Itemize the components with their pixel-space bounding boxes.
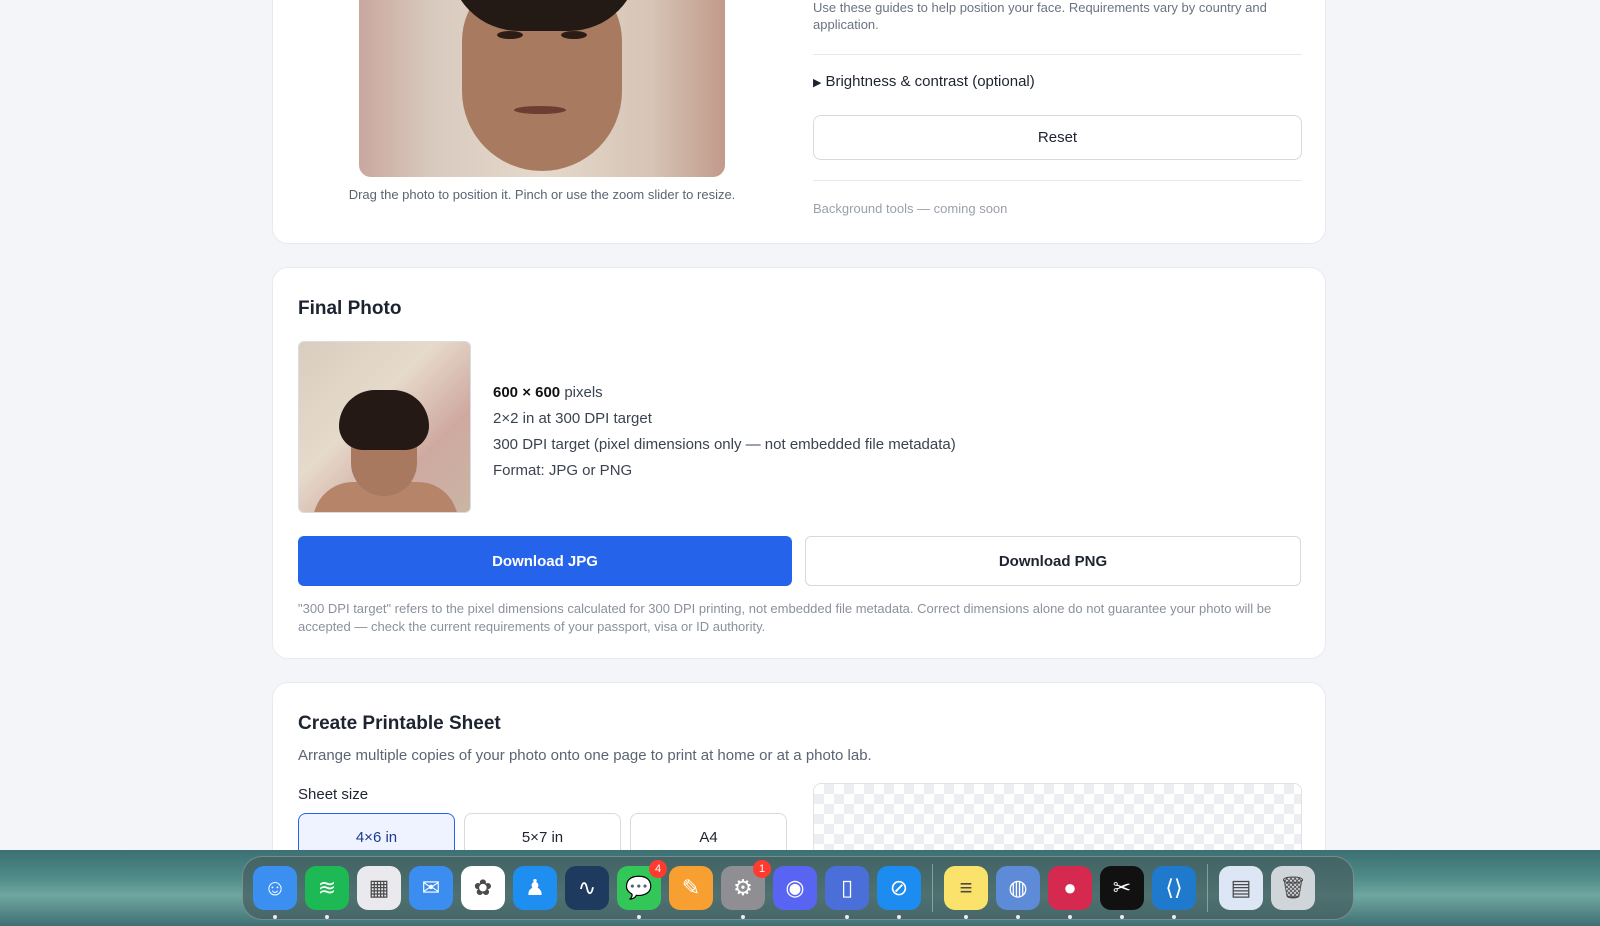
dimensions-line: 600 × 600 pixels: [493, 380, 956, 406]
reset-button[interactable]: Reset: [813, 115, 1302, 160]
capcut-icon[interactable]: ✂: [1100, 866, 1144, 919]
backup-icon[interactable]: ◍: [996, 866, 1040, 919]
running-indicator: [1120, 915, 1124, 919]
left-eye: [497, 31, 523, 39]
dock-separator: [932, 864, 933, 912]
photos-icon[interactable]: ✿: [461, 866, 505, 910]
downloads-stack-icon[interactable]: ▤: [1219, 866, 1263, 910]
running-indicator: [273, 915, 277, 919]
final-photo-card: Final Photo 600 × 600 pixels 2×2 in at 3…: [272, 267, 1326, 659]
background-tools-note: Background tools — coming soon: [813, 201, 1008, 216]
running-indicator: [741, 915, 745, 919]
photo-editor-canvas[interactable]: [359, 0, 725, 177]
divider: [813, 180, 1302, 181]
final-photo-title: Final Photo: [298, 298, 402, 319]
sheet-size-4x6-button[interactable]: 4×6 in: [298, 813, 455, 850]
safari-icon[interactable]: ⊘: [877, 866, 921, 919]
running-indicator: [897, 915, 901, 919]
notification-badge: 1: [753, 860, 771, 878]
final-photo-thumbnail: [298, 341, 471, 513]
brightness-contrast-label: Brightness & contrast (optional): [825, 73, 1035, 90]
format-line: Format: JPG or PNG: [493, 462, 633, 479]
sheet-size-5x7-button[interactable]: 5×7 in: [464, 813, 621, 850]
disclosure-triangle-icon: ▶: [813, 77, 822, 89]
running-indicator: [1016, 915, 1020, 919]
launchpad-icon[interactable]: ▦: [357, 866, 401, 910]
simulator-icon[interactable]: ▯: [825, 866, 869, 919]
dpi-line: 300 DPI target (pixel dimensions only — …: [493, 436, 956, 453]
divider: [813, 54, 1302, 55]
photo-info: 600 × 600 pixels 2×2 in at 300 DPI targe…: [493, 380, 956, 484]
right-eye: [561, 31, 587, 39]
page: Drag the photo to position it. Pinch or …: [0, 0, 1600, 850]
running-indicator: [325, 915, 329, 919]
dpi-disclaimer: "300 DPI target" refers to the pixel dim…: [298, 601, 1272, 634]
sheet-preview: [813, 783, 1302, 850]
sheet-size-label: Sheet size: [298, 786, 369, 803]
freeform-icon[interactable]: ∿: [565, 866, 609, 910]
dimensions-value: 600 × 600: [493, 384, 561, 401]
dock: ☺ ≋ ▦ ✉ ✿ ♟ ∿ 💬 4 ✎ ⚙ 1 ◉ ▯ ⊘ ≡ ◍ ● ✂ ⟨⟩ ▤ 🗑: [242, 856, 1354, 920]
guide-text: Use these guides to help position your f…: [813, 0, 1267, 32]
dimensions-unit: pixels: [564, 384, 603, 401]
running-indicator: [845, 915, 849, 919]
printable-sheet-title: Create Printable Sheet: [298, 713, 501, 734]
size-line: 2×2 in at 300 DPI target: [493, 410, 652, 427]
running-indicator: [964, 915, 968, 919]
screen-recorder-icon[interactable]: ●: [1048, 866, 1092, 919]
system-settings-icon[interactable]: ⚙ 1: [721, 860, 771, 919]
photo-hint: Drag the photo to position it. Pinch or …: [348, 187, 736, 202]
running-indicator: [1172, 915, 1176, 919]
printable-sheet-card: Create Printable Sheet Arrange multiple …: [272, 682, 1326, 850]
printable-sheet-subtitle: Arrange multiple copies of your photo on…: [298, 747, 872, 764]
download-jpg-button[interactable]: Download JPG: [298, 536, 792, 586]
notification-badge: 4: [649, 860, 667, 878]
finder-icon[interactable]: ☺: [253, 866, 297, 919]
running-indicator: [1068, 915, 1072, 919]
editor-card: Drag the photo to position it. Pinch or …: [272, 0, 1326, 244]
running-indicator: [637, 915, 641, 919]
download-png-button[interactable]: Download PNG: [805, 536, 1301, 586]
spotify-icon[interactable]: ≋: [305, 866, 349, 919]
mail-icon[interactable]: ✉: [409, 866, 453, 910]
thumb-hair: [339, 390, 429, 450]
messages-icon[interactable]: 💬 4: [617, 860, 667, 919]
mouth: [514, 106, 566, 114]
brightness-contrast-toggle[interactable]: ▶ Brightness & contrast (optional): [813, 73, 1035, 90]
trash-icon[interactable]: 🗑: [1271, 866, 1315, 910]
discord-icon[interactable]: ◉: [773, 866, 817, 910]
vscode-icon[interactable]: ⟨⟩: [1152, 866, 1196, 919]
keynote-icon[interactable]: ♟: [513, 866, 557, 910]
pages-icon[interactable]: ✎: [669, 866, 713, 910]
notes-icon[interactable]: ≡: [944, 866, 988, 919]
sheet-size-a4-button[interactable]: A4: [630, 813, 787, 850]
dock-separator: [1207, 864, 1208, 912]
